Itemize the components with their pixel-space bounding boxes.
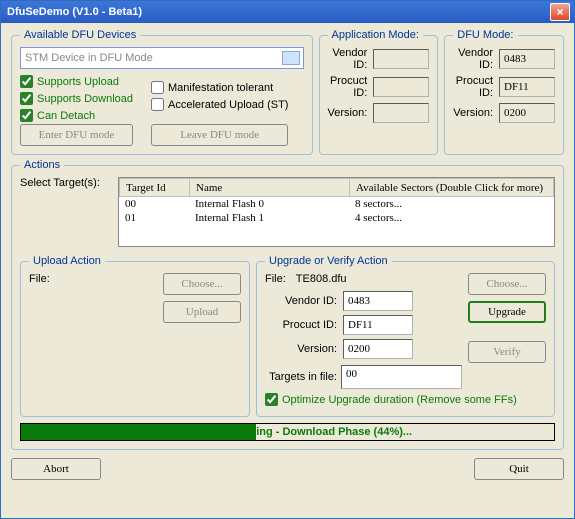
upgrade-file-label: File:	[265, 273, 286, 285]
app-mode-group: Application Mode: Vendor ID: Procuct ID:…	[319, 29, 439, 155]
upload-file-label: File:	[29, 273, 50, 285]
dfu-vendor-label: Vendor ID:	[453, 47, 493, 71]
supports-upload-check[interactable]: Supports Upload	[20, 75, 133, 88]
upload-action-group: Upload Action File: Choose... Upload	[20, 255, 250, 417]
col-target-id[interactable]: Target Id	[120, 179, 190, 197]
col-avail[interactable]: Available Sectors (Double Click for more…	[350, 179, 554, 197]
manifestation-check[interactable]: Manifestation tolerant	[151, 81, 288, 94]
col-name[interactable]: Name	[190, 179, 350, 197]
app-product-field	[373, 77, 429, 97]
progress-bar: Target 00: Upgrading - Download Phase (4…	[20, 423, 555, 441]
select-targets-label: Select Target(s):	[20, 177, 112, 247]
targets-list[interactable]: Target Id Name Available Sectors (Double…	[118, 177, 555, 247]
client-area: Available DFU Devices STM Device in DFU …	[1, 23, 574, 518]
available-legend: Available DFU Devices	[20, 29, 140, 41]
upload-button[interactable]: Upload	[163, 301, 241, 323]
up-vendor-field: 0483	[343, 291, 413, 311]
app-mode-legend: Application Mode:	[328, 29, 423, 41]
progress-text: Target 00: Upgrading - Download Phase (4…	[163, 426, 412, 438]
up-vendor-label: Vendor ID:	[265, 295, 337, 307]
up-version-label: Version:	[265, 343, 337, 355]
device-dropdown-text: STM Device in DFU Mode	[25, 52, 153, 64]
app-vendor-label: Vendor ID:	[328, 47, 368, 71]
verify-button[interactable]: Verify	[468, 341, 546, 363]
dfu-mode-group: DFU Mode: Vendor ID: 0483 Procuct ID: DF…	[444, 29, 564, 155]
leave-dfu-button[interactable]: Leave DFU mode	[151, 124, 288, 146]
upgrade-choose-button[interactable]: Choose...	[468, 273, 546, 295]
upgrade-action-group: Upgrade or Verify Action File: TE808.dfu…	[256, 255, 555, 417]
up-version-field: 0200	[343, 339, 413, 359]
table-row[interactable]: 01 Internal Flash 1 4 sectors...	[119, 211, 554, 225]
upgrade-button[interactable]: Upgrade	[468, 301, 546, 323]
dfu-product-field: DF11	[499, 77, 555, 97]
window-title: DfuSeDemo (V1.0 - Beta1)	[7, 6, 550, 18]
upload-legend: Upload Action	[29, 255, 105, 267]
targets-in-file-label: Targets in file:	[265, 371, 337, 383]
abort-button[interactable]: Abort	[11, 458, 101, 480]
dfu-product-label: Procuct ID:	[453, 75, 493, 99]
device-dropdown[interactable]: STM Device in DFU Mode	[20, 47, 304, 69]
available-devices-group: Available DFU Devices STM Device in DFU …	[11, 29, 313, 155]
app-version-label: Version:	[328, 107, 368, 119]
enter-dfu-button[interactable]: Enter DFU mode	[20, 124, 133, 146]
optimize-check[interactable]: Optimize Upgrade duration (Remove some F…	[265, 393, 546, 406]
close-icon[interactable]: ×	[550, 3, 570, 21]
up-product-field: DF11	[343, 315, 413, 335]
dfu-version-label: Version:	[453, 107, 493, 119]
app-vendor-field	[373, 49, 429, 69]
table-row[interactable]: 00 Internal Flash 0 8 sectors...	[119, 197, 554, 211]
actions-group: Actions Select Target(s): Target Id Name…	[11, 159, 564, 450]
can-detach-check[interactable]: Can Detach	[20, 109, 133, 122]
upgrade-file-value: TE808.dfu	[296, 273, 347, 285]
app-product-label: Procuct ID:	[328, 75, 368, 99]
actions-legend: Actions	[20, 159, 64, 171]
dfu-mode-legend: DFU Mode:	[453, 29, 517, 41]
targets-in-file-field: 00	[341, 365, 462, 389]
supports-download-check[interactable]: Supports Download	[20, 92, 133, 105]
app-window: DfuSeDemo (V1.0 - Beta1) × Available DFU…	[0, 0, 575, 519]
dfu-vendor-field: 0483	[499, 49, 555, 69]
dfu-version-field: 0200	[499, 103, 555, 123]
accel-upload-check[interactable]: Accelerated Upload (ST)	[151, 98, 288, 111]
titlebar[interactable]: DfuSeDemo (V1.0 - Beta1) ×	[1, 1, 574, 23]
quit-button[interactable]: Quit	[474, 458, 564, 480]
upload-choose-button[interactable]: Choose...	[163, 273, 241, 295]
app-version-field	[373, 103, 429, 123]
upgrade-legend: Upgrade or Verify Action	[265, 255, 392, 267]
up-product-label: Procuct ID:	[265, 319, 337, 331]
